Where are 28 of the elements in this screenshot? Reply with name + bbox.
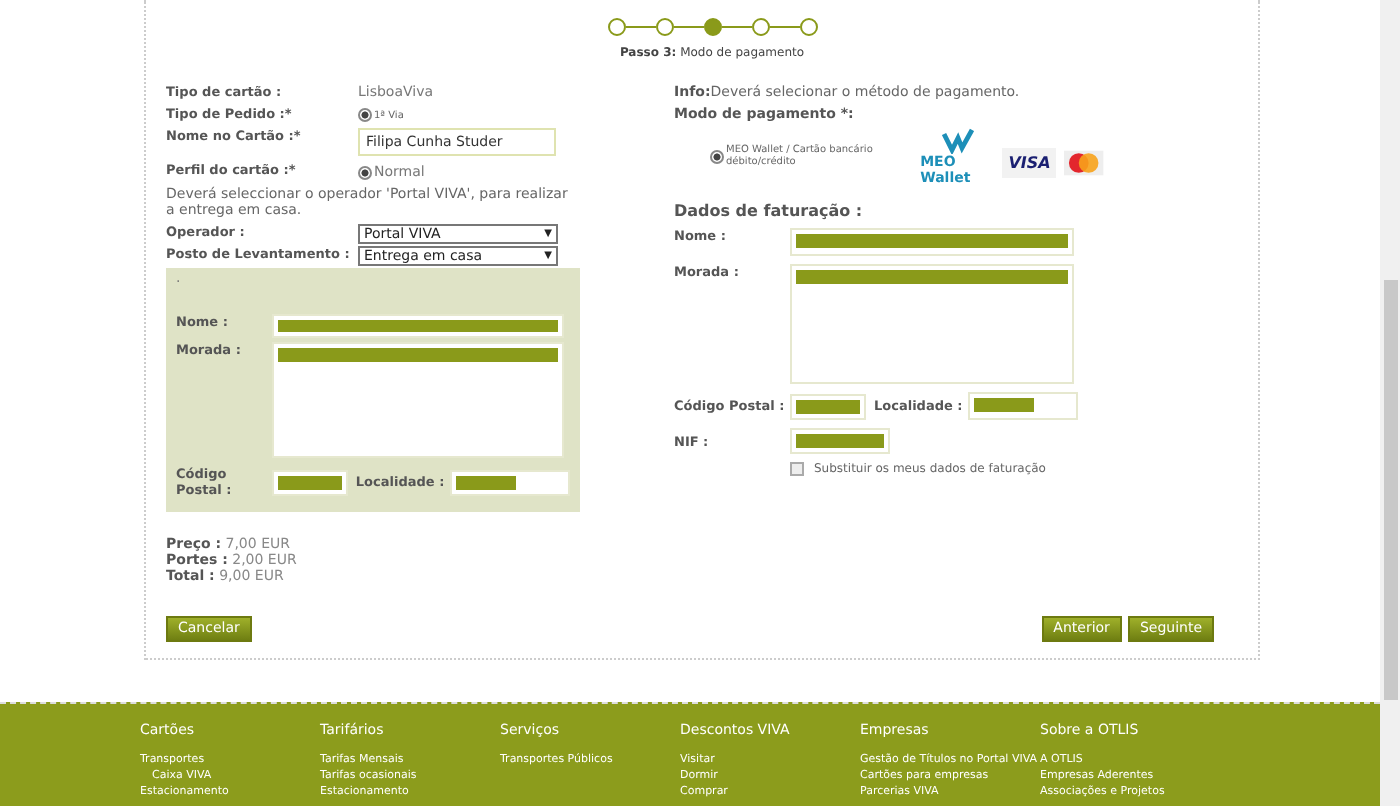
step-connector xyxy=(625,25,655,29)
textarea-field[interactable] xyxy=(272,342,564,458)
step-connector xyxy=(673,25,703,29)
radio-button[interactable] xyxy=(358,108,372,122)
textarea-field[interactable] xyxy=(790,264,1074,384)
checkbox[interactable] xyxy=(790,462,804,476)
input-field[interactable] xyxy=(450,469,570,495)
input-field[interactable] xyxy=(790,428,890,454)
redaction-bar xyxy=(974,398,1035,412)
checkmark-w-icon xyxy=(941,127,974,153)
scrollbar-thumb[interactable] xyxy=(1383,280,1397,700)
redaction-bar xyxy=(456,475,517,489)
input-field[interactable] xyxy=(968,392,1079,420)
redaction-bar xyxy=(796,434,884,448)
redaction-bar xyxy=(278,475,342,489)
section-title: Dados de faturação : xyxy=(674,202,865,220)
scrollbar[interactable] xyxy=(1380,0,1400,806)
visa-logo: VISA xyxy=(1002,147,1057,177)
input-field[interactable] xyxy=(790,228,1074,256)
card-circles-icon xyxy=(1064,147,1104,177)
input-field[interactable] xyxy=(272,314,564,338)
input-field[interactable] xyxy=(790,393,866,419)
input-field[interactable] xyxy=(272,469,348,495)
redaction-bar xyxy=(796,399,860,413)
step-connector xyxy=(721,25,751,29)
radio-button[interactable] xyxy=(358,165,372,179)
radio-button[interactable] xyxy=(710,149,724,163)
step-connector xyxy=(769,25,799,29)
